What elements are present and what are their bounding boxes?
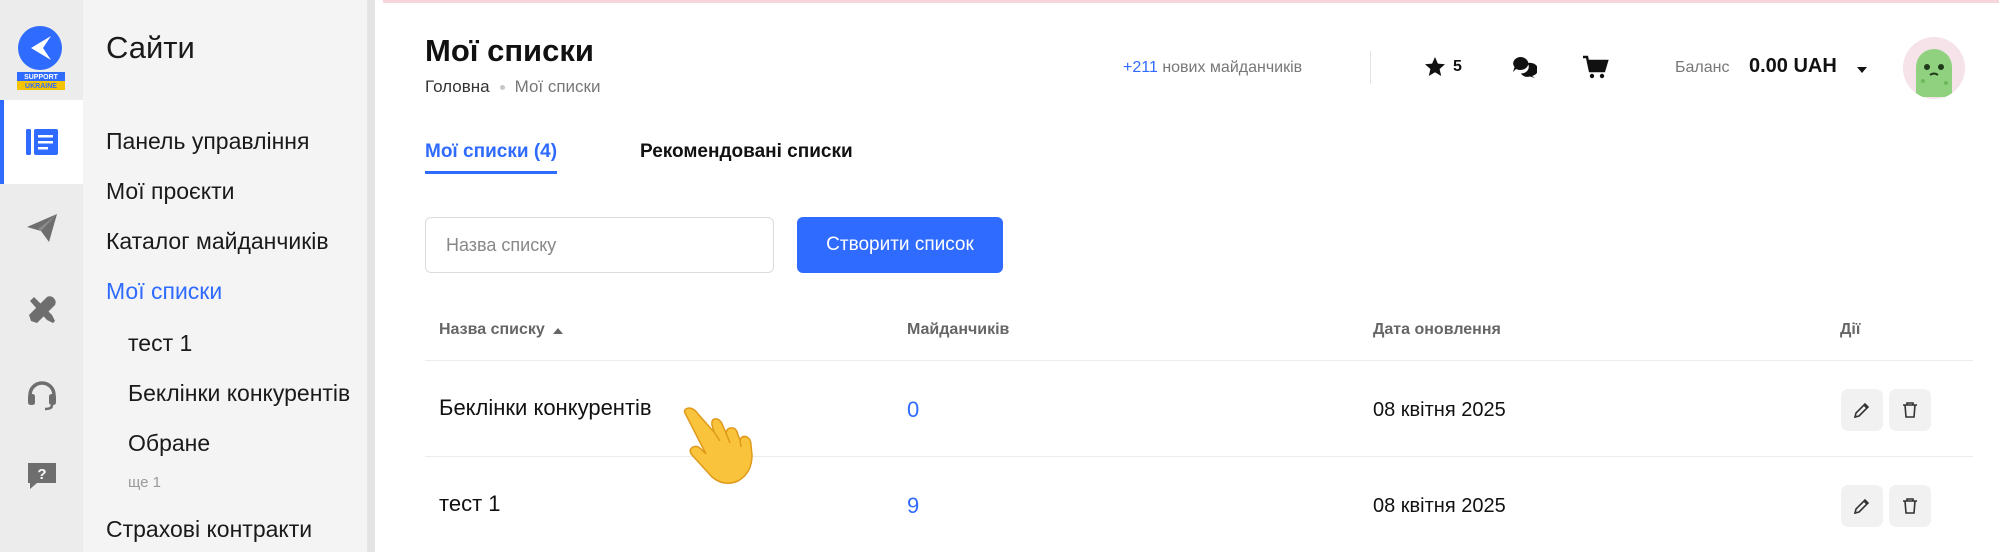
balance-value[interactable]: 0.00 UAH (1749, 55, 1837, 78)
edit-button[interactable] (1841, 389, 1883, 431)
rail-item-tools[interactable] (0, 268, 83, 352)
star-icon (1425, 57, 1445, 76)
rail-item-support[interactable] (0, 352, 83, 436)
table-row[interactable]: тест 1 9 08 квітня 2025 (425, 456, 1973, 552)
page-title: Мої списки (425, 33, 594, 68)
show-more-link[interactable]: ще 1 (128, 474, 161, 491)
row-updated-date: 08 квітня 2025 (1373, 495, 1506, 517)
trash-icon (1903, 402, 1917, 418)
menu-item-my-lists[interactable]: Мої списки (106, 278, 222, 305)
tools-icon (28, 296, 56, 323)
menu-item-projects[interactable]: Мої проєкти (106, 178, 234, 205)
app-window: SUPPORT UKRAINE ? Сайти Панель управлінн… (0, 0, 1999, 552)
pointer-hand-icon (680, 405, 772, 492)
delete-button[interactable] (1889, 389, 1931, 431)
row-sites-count[interactable]: 0 (907, 397, 919, 423)
menu-item-catalog[interactable]: Каталог майданчиків (106, 228, 329, 255)
send-icon (26, 214, 57, 242)
row-list-name[interactable]: Беклінки конкурентів (439, 395, 652, 421)
cart-button[interactable] (1581, 53, 1609, 81)
row-list-name[interactable]: тест 1 (439, 491, 501, 517)
main-content: Мої списки Головна Мої списки +211 нових… (383, 0, 1999, 552)
menu-item-dashboard[interactable]: Панель управління (106, 128, 309, 155)
column-header-sites: Майданчиків (907, 321, 1010, 338)
create-list-button[interactable]: Створити список (797, 217, 1003, 273)
help-icon: ? (27, 463, 56, 489)
column-header-name[interactable]: Назва списку (439, 321, 563, 339)
sublist-test-1[interactable]: тест 1 (128, 330, 368, 357)
headset-icon (27, 381, 56, 411)
breadcrumb-current: Мої списки (514, 77, 601, 96)
sublist-competitor-backlinks[interactable]: Беклінки конкурентів (128, 380, 368, 407)
svg-text:UKRAINE: UKRAINE (25, 83, 57, 90)
sites-menu: Сайти Панель управління Мої проєкти Ката… (83, 0, 375, 552)
menu-title: Сайти (106, 30, 195, 65)
tab-recommended-lists[interactable]: Рекомендовані списки (640, 141, 853, 163)
balance-label: Баланс (1675, 59, 1730, 76)
pencil-icon (1853, 402, 1870, 419)
tab-my-lists[interactable]: Мої списки (4) (425, 141, 558, 174)
cart-icon (1583, 55, 1609, 79)
row-updated-date: 08 квітня 2025 (1373, 399, 1506, 421)
favorites-button[interactable]: 5 (1423, 53, 1462, 81)
chevron-down-icon[interactable] (1856, 61, 1868, 79)
column-header-updated: Дата оновлення (1373, 321, 1501, 338)
chat-icon (1513, 56, 1537, 78)
list-name-input[interactable] (425, 217, 774, 273)
header-divider (1370, 51, 1371, 84)
list-icon (25, 129, 58, 155)
rail-item-help[interactable]: ? (0, 434, 83, 518)
favorites-count: 5 (1453, 58, 1462, 75)
breadcrumb-home[interactable]: Головна (425, 77, 490, 97)
sort-up-icon (552, 327, 563, 334)
rail-item-send[interactable] (0, 186, 83, 270)
icon-rail: SUPPORT UKRAINE ? (0, 0, 83, 552)
rail-item-lists[interactable] (0, 100, 83, 184)
column-header-actions: Дії (1840, 321, 1861, 338)
pencil-icon (1853, 498, 1870, 515)
svg-text:SUPPORT: SUPPORT (24, 74, 59, 81)
messages-button[interactable] (1511, 53, 1537, 81)
table-row[interactable]: Беклінки конкурентів 0 08 квітня 2025 (425, 360, 1973, 456)
menu-item-insurance-contracts[interactable]: Страхові контракти (106, 516, 312, 543)
new-sites-count: +211 (1123, 59, 1158, 76)
support-ukraine-logo[interactable]: SUPPORT UKRAINE (13, 24, 69, 94)
new-sites-notice[interactable]: +211 нових майданчиків (1123, 59, 1302, 77)
edit-button[interactable] (1841, 485, 1883, 527)
svg-text:?: ? (37, 466, 46, 483)
sublist-favorites[interactable]: Обране (128, 430, 368, 457)
trash-icon (1903, 498, 1917, 514)
row-sites-count[interactable]: 9 (907, 493, 919, 519)
breadcrumb: Головна Мої списки (425, 77, 600, 97)
delete-button[interactable] (1889, 485, 1931, 527)
avatar[interactable] (1903, 37, 1965, 99)
breadcrumb-separator (499, 84, 505, 90)
new-sites-text: нових майданчиків (1162, 59, 1303, 76)
